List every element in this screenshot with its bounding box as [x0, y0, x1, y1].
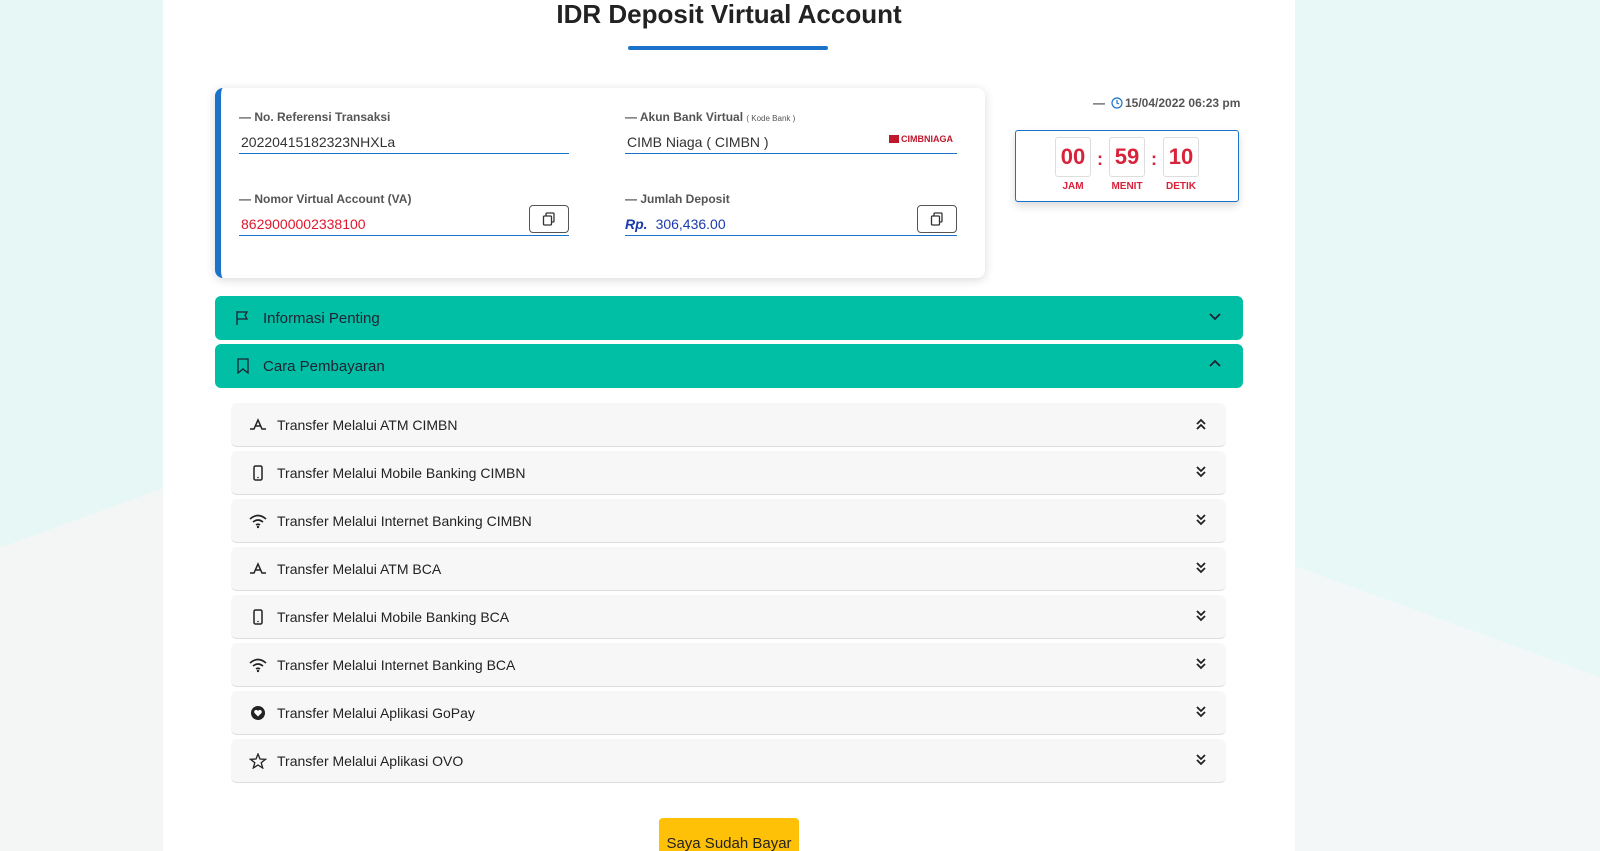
va-label: — Nomor Virtual Account (VA) — [239, 192, 412, 206]
reference-row: 20220415182323NHXLa — [239, 130, 569, 154]
accordion-info-label: Informasi Penting — [263, 309, 380, 327]
timer-hours-value: 00 — [1055, 137, 1091, 177]
method-item-mobile-bca[interactable]: Transfer Melalui Mobile Banking BCA — [231, 595, 1226, 639]
method-label: Transfer Melalui Mobile Banking CIMBN — [277, 464, 526, 481]
cimb-niaga-logo: CIMBNIAGA — [889, 134, 953, 144]
chevron-double-up-icon — [1196, 418, 1206, 430]
star-icon — [249, 752, 267, 769]
copy-icon — [930, 212, 943, 226]
timer-minutes-value: 59 — [1109, 137, 1145, 177]
chevron-double-down-icon — [1196, 466, 1206, 478]
chevron-double-down-icon — [1196, 610, 1206, 622]
transaction-datetime: — 15/04/2022 06:23 pm — [1093, 96, 1240, 110]
deposit-amount[interactable]: 306,436.00 — [654, 216, 726, 232]
accordion-payment-label: Cara Pembayaran — [263, 357, 385, 375]
heart-circle-icon — [251, 705, 265, 720]
chevron-double-down-icon — [1196, 562, 1206, 574]
bank-code-label: ( Kode Bank ) — [746, 114, 796, 123]
copy-va-button[interactable] — [529, 205, 569, 233]
timer-seconds-value: 10 — [1163, 137, 1199, 177]
method-item-internet-cimbn[interactable]: Transfer Melalui Internet Banking CIMBN — [231, 499, 1226, 543]
bank-field: — Akun Bank Virtual ( Kode Bank ) CIMB N… — [625, 110, 957, 154]
method-item-gopay[interactable]: Transfer Melalui Aplikasi GoPay — [231, 691, 1226, 735]
method-item-mobile-cimbn[interactable]: Transfer Melalui Mobile Banking CIMBN — [231, 451, 1226, 495]
reference-label: — No. Referensi Transaksi — [239, 110, 391, 124]
method-label: Transfer Melalui Internet Banking CIMBN — [277, 512, 532, 529]
timer-hours: 00 JAM — [1053, 137, 1093, 192]
accordion-informasi-penting[interactable]: Informasi Penting — [215, 296, 1243, 340]
title-underline — [628, 46, 828, 50]
method-label: Transfer Melalui Aplikasi GoPay — [277, 704, 475, 721]
method-item-ovo[interactable]: Transfer Melalui Aplikasi OVO — [231, 739, 1226, 783]
phone-icon — [253, 608, 263, 625]
timer-minutes: 59 MENIT — [1107, 137, 1147, 192]
datetime-prefix: — — [1093, 96, 1105, 110]
account-info-card: — No. Referensi Transaksi 20220415182323… — [215, 88, 985, 278]
saya-sudah-bayar-button[interactable]: Saya Sudah Bayar — [659, 818, 799, 851]
wifi-icon — [249, 658, 267, 672]
datetime-value: 15/04/2022 06:23 pm — [1125, 96, 1241, 110]
background-right — [1280, 0, 1600, 851]
cimb-logo-text: CIMBNIAGA — [901, 134, 953, 144]
timer-seconds-label: DETIK — [1166, 181, 1196, 192]
chevron-double-down-icon — [1196, 658, 1206, 670]
reference-value[interactable]: 20220415182323NHXLa — [239, 134, 395, 150]
atm-icon — [250, 561, 266, 574]
phone-icon — [253, 464, 263, 481]
method-label: Transfer Melalui Mobile Banking BCA — [277, 608, 510, 625]
deposit-field: — Jumlah Deposit Rp. 306,436.00 — [625, 192, 957, 236]
bookmark-icon — [237, 358, 249, 374]
flag-icon — [236, 311, 249, 325]
page-title: IDR Deposit Virtual Account — [556, 0, 902, 29]
chevron-down-icon — [1209, 313, 1221, 321]
bank-label-text: — Akun Bank Virtual — [625, 110, 744, 124]
reference-field: — No. Referensi Transaksi 20220415182323… — [239, 110, 569, 154]
bank-row: CIMB Niaga ( CIMBN ) CIMBNIAGA — [625, 130, 957, 154]
background-left — [0, 0, 170, 851]
va-row: 8629000002338100 — [239, 205, 569, 236]
copy-amount-button[interactable] — [917, 205, 957, 233]
page-container: IDR Deposit Virtual Account — No. Refere… — [163, 0, 1295, 851]
chevron-double-down-icon — [1196, 514, 1206, 526]
va-number[interactable]: 8629000002338100 — [239, 216, 366, 232]
accordion-cara-pembayaran[interactable]: Cara Pembayaran — [215, 344, 1243, 388]
method-label: Transfer Melalui Internet Banking BCA — [277, 656, 516, 673]
atm-icon — [250, 417, 266, 430]
chevron-up-icon — [1209, 359, 1221, 367]
clock-icon — [1111, 97, 1123, 109]
method-label: Transfer Melalui ATM CIMBN — [277, 416, 458, 433]
timer-separator: : — [1151, 149, 1157, 169]
method-item-atm-cimbn[interactable]: Transfer Melalui ATM CIMBN — [231, 403, 1226, 447]
bank-value[interactable]: CIMB Niaga ( CIMBN ) — [625, 134, 769, 150]
deposit-row: Rp. 306,436.00 — [625, 205, 957, 236]
deposit-label: — Jumlah Deposit — [625, 192, 730, 206]
timer-separator: : — [1097, 149, 1103, 169]
method-item-atm-bca[interactable]: Transfer Melalui ATM BCA — [231, 547, 1226, 591]
chevron-double-down-icon — [1196, 706, 1206, 718]
timer-seconds: 10 DETIK — [1161, 137, 1201, 192]
method-label: Transfer Melalui ATM BCA — [277, 560, 442, 577]
timer-hours-label: JAM — [1062, 181, 1084, 192]
copy-icon — [542, 212, 555, 226]
chevron-double-down-icon — [1196, 754, 1206, 766]
countdown-timer: 00 JAM : 59 MENIT : 10 DETIK — [1015, 130, 1239, 202]
method-item-internet-bca[interactable]: Transfer Melalui Internet Banking BCA — [231, 643, 1226, 687]
timer-minutes-label: MENIT — [1111, 181, 1143, 192]
va-field: — Nomor Virtual Account (VA) 86290000023… — [239, 192, 569, 236]
method-label: Transfer Melalui Aplikasi OVO — [277, 752, 464, 769]
currency-label: Rp. — [625, 215, 648, 232]
wifi-icon — [249, 514, 267, 528]
bank-label: — Akun Bank Virtual ( Kode Bank ) — [625, 110, 957, 124]
cimb-logo-mark — [889, 135, 899, 143]
